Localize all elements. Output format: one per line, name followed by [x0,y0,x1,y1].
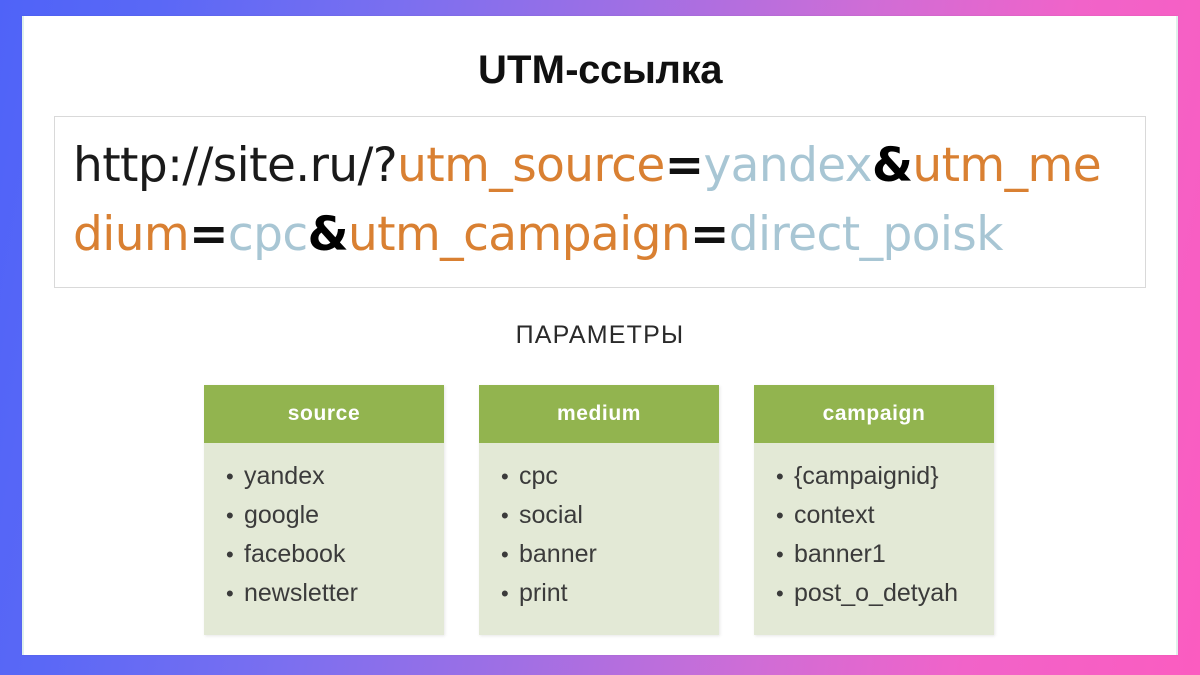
parameters-label: ПАРАМЕТРЫ [515,321,685,349]
list-item-label: print [519,579,568,607]
list-item-label: social [519,501,583,529]
list-item: • post_o_detyah [754,574,994,613]
bullet-icon: • [776,464,784,489]
list-item-label: facebook [244,540,346,568]
bullet-icon: • [226,581,234,606]
bullet-icon: • [501,464,509,489]
list-item-label: yandex [244,462,325,490]
list-item: • {campaignid} [754,457,994,496]
parameter-cards: source • yandex • google • facebook • newsletter… [204,385,994,635]
bullet-icon: • [501,581,509,606]
url-token-eq: = [690,207,729,262]
url-token-eq: = [664,138,704,193]
parameter-card-body: • yandex • google • facebook • newsletter [204,443,444,635]
bullet-icon: • [226,464,234,489]
utm-url-box: http://site.ru/?utm_source=yandex&utm_me… [54,116,1146,288]
parameter-card-body: • cpc • social • banner • print [479,443,719,635]
list-item: • banner1 [754,535,994,574]
list-item: • facebook [204,535,444,574]
list-item-label: newsletter [244,579,358,607]
url-token-key: utm_campaign [347,207,691,262]
list-item: • newsletter [204,574,444,613]
list-item: • banner [479,535,719,574]
bullet-icon: • [501,542,509,567]
parameter-card-header: medium [479,385,719,443]
list-item: • cpc [479,457,719,496]
url-token-eq: = [189,207,228,262]
bullet-icon: • [776,542,784,567]
parameter-card-header: campaign [754,385,994,443]
list-item-label: post_o_detyah [794,579,959,607]
bullet-icon: • [776,503,784,528]
parameter-card-campaign: campaign • {campaignid} • context • banner1 • po… [754,385,994,635]
url-token-val: yandex [703,138,873,193]
url-token-amp: & [307,207,349,262]
url-token-key: utm_source [397,138,665,193]
list-item: • print [479,574,719,613]
list-item-label: {campaignid} [794,462,939,490]
list-item: • context [754,496,994,535]
parameter-card-medium: medium • cpc • social • banner • print [479,385,719,635]
page-title: UTM-ссылка [24,46,1176,94]
list-item: • yandex [204,457,444,496]
slide-panel: UTM-ссылка http://site.ru/?utm_source=ya… [22,16,1178,655]
parameter-card-body: • {campaignid} • context • banner1 • post_o_det… [754,443,994,635]
url-token-val: direct_poisk [728,207,1004,262]
utm-url-string: http://site.ru/?utm_source=yandex&utm_me… [73,131,1127,269]
bullet-icon: • [226,503,234,528]
parameter-card-source: source • yandex • google • facebook • newsletter [204,385,444,635]
list-item-label: google [244,501,320,529]
url-token-amp: & [872,138,913,193]
url-token-val: cpc [227,207,308,262]
parameter-card-header: source [204,385,444,443]
list-item-label: cpc [519,462,558,490]
list-item-label: banner1 [794,540,886,568]
page-title-utm: UTM [477,48,566,92]
list-item: • google [204,496,444,535]
url-token-base: http://site.ru/? [73,138,398,193]
bullet-icon: • [226,542,234,567]
bullet-icon: • [776,581,784,606]
list-item-label: banner [519,540,597,568]
bullet-icon: • [501,503,509,528]
list-item-label: context [794,501,875,529]
page-title-suffix: -ссылка [565,48,723,92]
list-item: • social [479,496,719,535]
